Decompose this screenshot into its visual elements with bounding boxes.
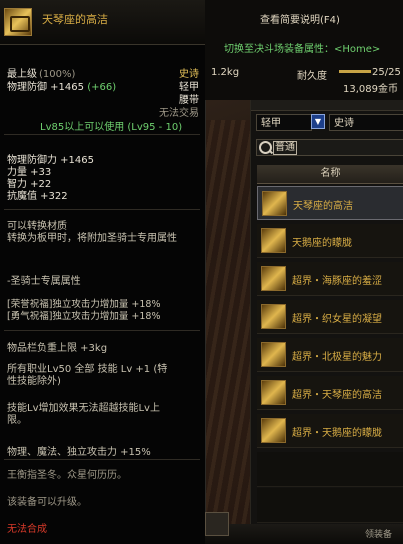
stat-line: 抗魔值 +322 (7, 191, 68, 202)
belt-item-icon (4, 8, 32, 36)
empty-slot (257, 488, 403, 523)
divider (4, 459, 200, 460)
weight-value: 1.2kg (211, 67, 240, 78)
level-requirement: Lv85以上可以使用 (Lv95 - 10) (40, 122, 183, 133)
item-label: 超界・北极星的魅力 (292, 352, 382, 363)
bottom-bar: 领装备 (205, 524, 403, 544)
item-name: 天琴座的高洁 (42, 13, 108, 26)
convert-block: 可以转换材质 转换为板甲时，将附加圣骑士专用属性 (7, 221, 201, 245)
skill-limit-line: 限。 (7, 415, 27, 426)
stat-line: 物理防御力 +1465 (7, 155, 95, 166)
durability-bar (339, 70, 371, 73)
list-item[interactable]: 天鹅座的矇胧 (257, 224, 403, 258)
convert-line: 可以转换材质 (7, 221, 67, 232)
defense-line: 物理防御 +1465 (+66) (7, 82, 117, 93)
convert-line: 转换为板甲时，将附加圣骑士专用属性 (7, 233, 177, 244)
list-item[interactable]: 超界・海豚座的羞涩 (257, 262, 403, 296)
stat-line: 智力 +22 (7, 179, 52, 190)
switch-pvp-button[interactable]: 切换至决斗场装备属性：<Home> (224, 40, 380, 55)
tooltip-header: 天琴座的高洁 (0, 0, 205, 45)
search-icon (259, 141, 272, 154)
stats-block: 物理防御力 +1465 力量 +33 智力 +22 抗魔值 +322 (7, 155, 94, 203)
divider (4, 134, 200, 135)
type-filter-select[interactable]: 轻甲 (256, 114, 312, 131)
belt-item-icon (261, 342, 286, 367)
item-label: 天琴座的高洁 (293, 201, 353, 212)
divider (4, 209, 200, 210)
view-description-button[interactable]: 查看简要说明(F4) (260, 11, 340, 26)
search-input[interactable]: 普通 (256, 139, 403, 156)
trade-status: 无法交易 (159, 108, 199, 119)
rarity-filter-select[interactable]: 史诗 (329, 114, 403, 131)
item-tooltip: 天琴座的高洁 最上级 (100%) 史诗 物理防御 +1465 (+66) 轻甲 … (0, 0, 206, 544)
list-item[interactable]: 超界・织女星的凝望 (257, 300, 403, 334)
item-label: 超界・天琴座的高洁 (292, 390, 382, 401)
skill-line: 性技能除外) (7, 376, 61, 387)
inventory-line: 物品栏负重上限 +3kg (7, 343, 108, 354)
belt-item-icon (262, 191, 287, 216)
belt-item-icon (261, 380, 286, 405)
paladin-line: [荣誉祝福]独立攻击力增加量 +18% (7, 299, 161, 310)
paladin-line: [勇气祝福]独立攻击力增加量 +18% (7, 311, 161, 322)
list-item[interactable]: 超界・北极星的魅力 (257, 338, 403, 372)
equipment-panel: 查看简要说明(F4) 切换至决斗场装备属性：<Home> 1.2kg 耐久度 2… (205, 0, 403, 544)
tab-strip (251, 100, 403, 111)
paladin-block: [荣誉祝福]独立攻击力增加量 +18% [勇气祝福]独立攻击力增加量 +18% (7, 299, 161, 323)
item-list-panel: 轻甲 ▼ 史诗 普通 名称 天琴座的高洁 天鹅座的矇胧 超界・海豚座的羞涩 超界… (250, 100, 403, 544)
list-item[interactable]: 天琴座的高洁 (257, 186, 403, 220)
column-header-name: 名称 (257, 165, 403, 184)
price-value: 13,089金币 (343, 84, 398, 95)
divider (4, 330, 200, 331)
belt-item-icon (261, 418, 286, 443)
skill-block: 所有职业Lv50 全部 技能 Lv +1 (特 性技能除外) (7, 364, 167, 388)
item-label: 超界・海豚座的羞涩 (292, 276, 382, 287)
skill-limit-line: 技能Lv增加效果无法超越技能Lv上 (7, 403, 160, 414)
belt-item-icon (261, 266, 286, 291)
attack-bonus: 物理、魔法、独立攻击力 +15% (7, 447, 151, 458)
upgrade-text: 该装备可以升级。 (7, 497, 87, 508)
belt-item-icon (261, 228, 286, 253)
skill-limit-block: 技能Lv增加效果无法超越技能Lv上 限。 (7, 403, 160, 427)
item-label: 超界・天鹅座的矇胧 (292, 428, 382, 439)
list-item[interactable]: 超界・天琴座的高洁 (257, 376, 403, 410)
item-label: 天鹅座的矇胧 (292, 238, 352, 249)
durability-label: 耐久度 (297, 71, 327, 82)
panel-header: 查看简要说明(F4) 切换至决斗场装备属性：<Home> 1.2kg 耐久度 2… (205, 0, 403, 100)
durability-value: 25/25 (372, 67, 401, 78)
stat-line: 力量 +33 (7, 167, 52, 178)
paladin-attr-title: -圣骑士专属属性 (7, 276, 81, 287)
chevron-down-icon[interactable]: ▼ (311, 114, 325, 129)
empty-slot (257, 452, 403, 487)
item-label: 超界・织女星的凝望 (292, 314, 382, 325)
belt-item-icon (261, 304, 286, 329)
flavor-text: 王衡指圣冬。众星何历历。 (7, 470, 127, 481)
scroll-handle[interactable] (205, 512, 229, 536)
no-synth-text: 无法合成 (7, 524, 47, 535)
search-value: 普通 (273, 141, 297, 155)
footer-button[interactable]: 领装备 (365, 527, 392, 540)
list-item[interactable]: 超界・天鹅座的矇胧 (257, 414, 403, 448)
skill-line: 所有职业Lv50 全部 技能 Lv +1 (特 (7, 364, 168, 375)
